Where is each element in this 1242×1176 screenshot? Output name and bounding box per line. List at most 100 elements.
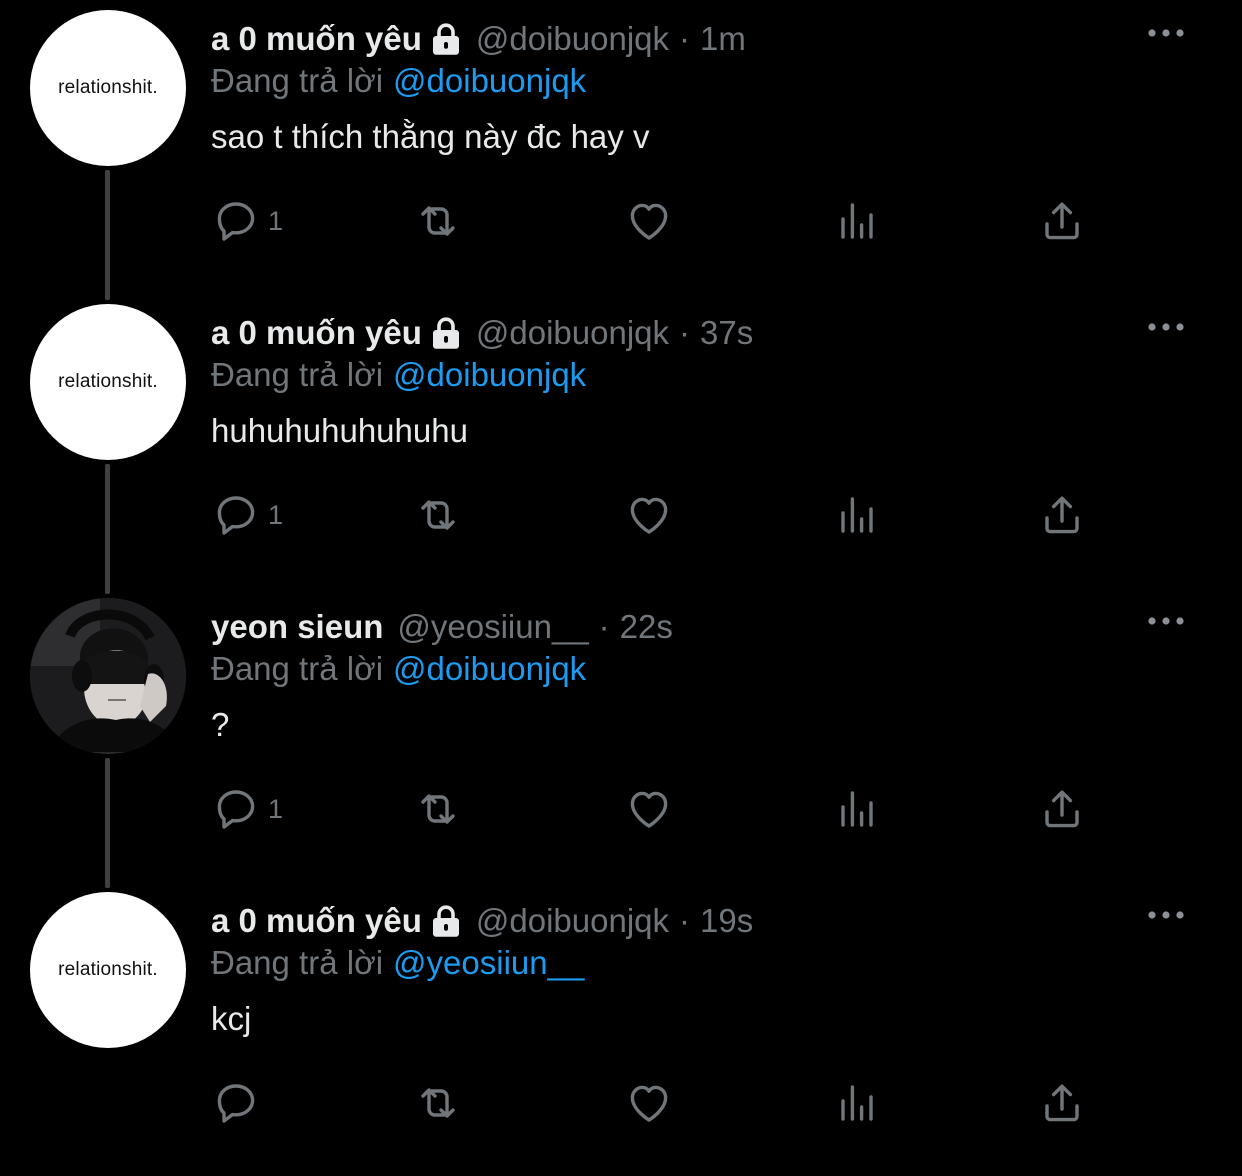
thread-line (105, 170, 110, 300)
tweet-header: a 0 muốn yêu @doibuonjqk · 37s (211, 308, 753, 358)
avatar-logo-text: relationshit. (58, 371, 158, 392)
views-button[interactable] (833, 196, 881, 246)
share-icon (1038, 1079, 1086, 1127)
tweet[interactable]: yeon sieun @yeosiiun__ · 22s Đang trả lời @do… (0, 588, 1242, 888)
tweet[interactable]: relationshit. a 0 muốn yêu @doibuonjqk · 37s… (0, 294, 1242, 594)
reply-mention-link[interactable]: @yeosiiun__ (393, 944, 584, 981)
lock-icon (430, 904, 462, 938)
reply-count: 1 (268, 205, 284, 236)
like-icon (625, 785, 673, 833)
separator: · (598, 608, 610, 645)
tweet-header: yeon sieun @yeosiiun__ · 22s (211, 602, 673, 652)
tweet-header: a 0 muốn yêu @doibuonjqk · 1m (211, 14, 746, 64)
retweet-icon (414, 785, 462, 833)
user-handle[interactable]: @doibuonjqk (476, 902, 669, 940)
separator: · (679, 314, 691, 351)
avatar-photo (30, 598, 186, 754)
avatar[interactable] (30, 598, 186, 754)
display-name[interactable]: a 0 muốn yêu (211, 20, 422, 58)
like-button[interactable] (625, 196, 673, 246)
thread-line (105, 464, 110, 594)
avatar[interactable]: relationshit. (30, 10, 186, 166)
replying-to: Đang trả lời @doibuonjqk (211, 356, 586, 394)
like-icon (625, 491, 673, 539)
thread-line (105, 758, 110, 888)
views-icon (833, 785, 881, 833)
display-name[interactable]: a 0 muốn yêu (211, 314, 422, 352)
views-icon (833, 197, 881, 245)
tweet-text: kcj (211, 1000, 252, 1037)
replying-to: Đang trả lời @doibuonjqk (211, 650, 586, 688)
tweet-text: ? (211, 706, 230, 743)
retweet-button[interactable] (414, 1078, 462, 1128)
reply-button[interactable]: 1 (212, 196, 283, 246)
reply-button[interactable]: 1 (212, 784, 283, 834)
reply-count: 1 (268, 499, 284, 530)
replying-to: Đang trả lời @yeosiiun__ (211, 944, 584, 982)
reply-icon (212, 197, 260, 245)
retweet-button[interactable] (414, 784, 462, 834)
share-button[interactable] (1038, 196, 1086, 246)
timestamp[interactable]: 1m (700, 20, 746, 58)
tweet[interactable]: relationshit. a 0 muốn yêu @doibuonjqk · 1m Đ… (0, 0, 1242, 300)
more-options-icon[interactable] (1146, 320, 1186, 332)
reply-button[interactable] (212, 1078, 260, 1128)
separator: · (679, 20, 691, 57)
avatar[interactable]: relationshit. (30, 304, 186, 460)
display-name[interactable]: yeon sieun (211, 608, 383, 646)
reply-mention-link[interactable]: @doibuonjqk (393, 356, 586, 393)
retweet-icon (414, 197, 462, 245)
more-options-icon[interactable] (1146, 26, 1186, 38)
timestamp[interactable]: 19s (700, 902, 753, 940)
tweet-text: huhuhuhuhuhuhu (211, 412, 468, 449)
like-icon (625, 1079, 673, 1127)
user-handle[interactable]: @doibuonjqk (476, 314, 669, 352)
retweet-button[interactable] (414, 490, 462, 540)
user-handle[interactable]: @doibuonjqk (476, 20, 669, 58)
reply-mention-link[interactable]: @doibuonjqk (393, 62, 586, 99)
views-button[interactable] (833, 784, 881, 834)
share-button[interactable] (1038, 1078, 1086, 1128)
like-button[interactable] (625, 1078, 673, 1128)
timestamp[interactable]: 37s (700, 314, 753, 352)
views-button[interactable] (833, 490, 881, 540)
reply-icon (212, 785, 260, 833)
user-handle[interactable]: @yeosiiun__ (397, 608, 588, 646)
avatar[interactable]: relationshit. (30, 892, 186, 1048)
replying-to-label: Đang trả lời (211, 62, 384, 99)
more-options-icon[interactable] (1146, 614, 1186, 626)
replying-to: Đang trả lời @doibuonjqk (211, 62, 586, 100)
share-icon (1038, 491, 1086, 539)
avatar-logo-text: relationshit. (58, 77, 158, 98)
replying-to-label: Đang trả lời (211, 944, 384, 981)
separator: · (679, 902, 691, 939)
reply-icon (212, 1079, 260, 1127)
reply-button[interactable]: 1 (212, 490, 283, 540)
replying-to-label: Đang trả lời (211, 356, 384, 393)
reply-mention-link[interactable]: @doibuonjqk (393, 650, 586, 687)
share-button[interactable] (1038, 784, 1086, 834)
tweet-header: a 0 muốn yêu @doibuonjqk · 19s (211, 896, 753, 946)
reply-icon (212, 491, 260, 539)
like-icon (625, 197, 673, 245)
share-icon (1038, 785, 1086, 833)
replying-to-label: Đang trả lời (211, 650, 384, 687)
views-icon (833, 1079, 881, 1127)
lock-icon (430, 316, 462, 350)
like-button[interactable] (625, 490, 673, 540)
avatar-logo-text: relationshit. (58, 959, 158, 980)
like-button[interactable] (625, 784, 673, 834)
tweet-text: sao t thích thằng này đc hay v (211, 118, 650, 155)
views-button[interactable] (833, 1078, 881, 1128)
display-name[interactable]: a 0 muốn yêu (211, 902, 422, 940)
reply-count: 1 (268, 793, 284, 824)
lock-icon (430, 22, 462, 56)
more-options-icon[interactable] (1146, 908, 1186, 920)
views-icon (833, 491, 881, 539)
tweet[interactable]: relationshit. a 0 muốn yêu @doibuonjqk · 19s… (0, 882, 1242, 1176)
retweet-icon (414, 491, 462, 539)
share-button[interactable] (1038, 490, 1086, 540)
retweet-icon (414, 1079, 462, 1127)
timestamp[interactable]: 22s (620, 608, 673, 646)
retweet-button[interactable] (414, 196, 462, 246)
